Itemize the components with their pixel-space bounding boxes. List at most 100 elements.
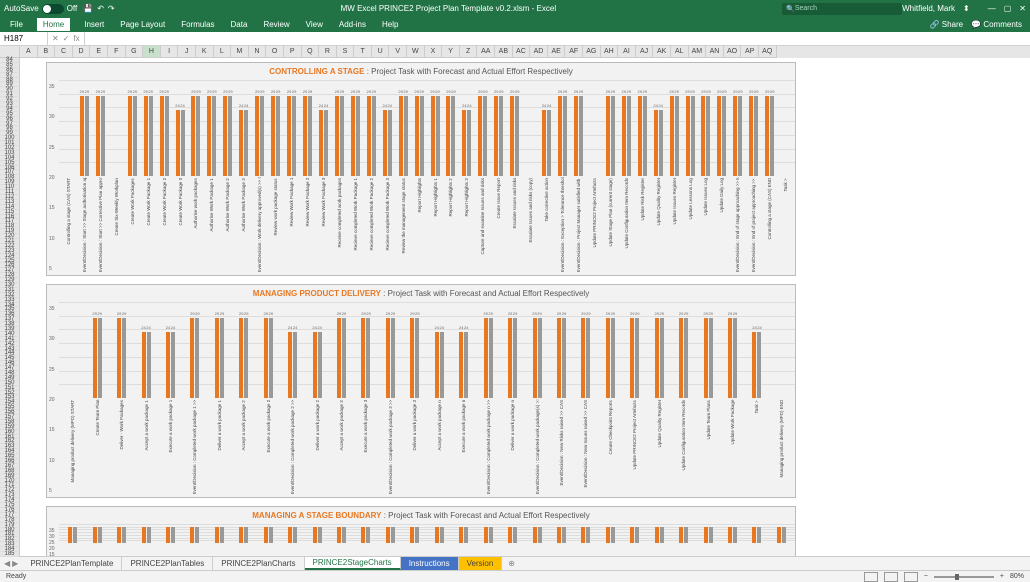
col-header[interactable]: I xyxy=(161,46,179,58)
zoom-level[interactable]: 80% xyxy=(1010,573,1024,580)
share-button[interactable]: 🔗 Share xyxy=(930,20,964,29)
col-header[interactable]: AQ xyxy=(759,46,777,58)
tab-file[interactable]: File xyxy=(8,18,25,31)
col-header[interactable]: AG xyxy=(583,46,601,58)
col-header[interactable]: X xyxy=(425,46,443,58)
chart-controlling-stage[interactable]: CONTROLLING A STAGE : Project Task with … xyxy=(46,62,796,276)
bar-group: 2929Update Daily Log xyxy=(714,80,729,272)
category-label: Create Work Package 3 xyxy=(178,178,183,273)
zoom-slider[interactable] xyxy=(934,576,994,578)
col-header[interactable]: AK xyxy=(653,46,671,58)
fx-icon[interactable]: fx xyxy=(73,34,79,43)
sheet-tab[interactable]: PRINCE2PlanTables xyxy=(122,557,213,570)
undo-icon[interactable]: ↶ xyxy=(97,4,104,13)
col-header[interactable]: R xyxy=(319,46,337,58)
autosave[interactable]: AutoSave Off xyxy=(4,4,77,14)
col-header[interactable]: D xyxy=(73,46,91,58)
col-header[interactable]: AD xyxy=(530,46,548,58)
col-header[interactable]: AE xyxy=(548,46,566,58)
col-header[interactable]: V xyxy=(389,46,407,58)
bar-group: 2929Authorise work packages xyxy=(189,80,204,272)
tab-view[interactable]: View xyxy=(304,18,325,31)
col-header[interactable]: C xyxy=(55,46,73,58)
tab-help[interactable]: Help xyxy=(380,18,400,31)
comments-button[interactable]: 💬 Comments xyxy=(971,20,1022,29)
col-header[interactable]: AN xyxy=(706,46,724,58)
tab-data[interactable]: Data xyxy=(229,18,250,31)
col-header[interactable]: L xyxy=(214,46,232,58)
tab-home[interactable]: Home xyxy=(37,18,70,31)
user-name[interactable]: Whitfield, Mark xyxy=(902,4,955,13)
category-label: Event/Decision : Completed work package … xyxy=(192,400,197,495)
close-icon[interactable]: ✕ xyxy=(1019,4,1026,13)
category-label: Deliver a work package 3 xyxy=(412,400,417,495)
view-normal-icon[interactable] xyxy=(864,572,878,582)
tab-addins[interactable]: Add-ins xyxy=(337,18,368,31)
col-header[interactable]: AH xyxy=(601,46,619,58)
col-header[interactable]: B xyxy=(38,46,56,58)
search-box[interactable]: 🔍 Search xyxy=(782,3,902,15)
col-header[interactable]: E xyxy=(90,46,108,58)
col-header[interactable]: Q xyxy=(302,46,320,58)
view-pagelayout-icon[interactable] xyxy=(884,572,898,582)
col-header[interactable]: AI xyxy=(618,46,636,58)
tab-pagelayout[interactable]: Page Layout xyxy=(118,18,167,31)
autosave-toggle[interactable] xyxy=(42,4,64,14)
col-header[interactable]: P xyxy=(284,46,302,58)
tab-review[interactable]: Review xyxy=(261,18,291,31)
col-header[interactable]: M xyxy=(231,46,249,58)
ribbon-opts-icon[interactable]: ⬍ xyxy=(963,4,970,13)
tab-prev-icon[interactable]: ◀ xyxy=(4,559,10,568)
cancel-fx-icon[interactable]: ✕ xyxy=(52,34,59,43)
enter-fx-icon[interactable]: ✓ xyxy=(63,34,70,43)
chart-managing-delivery[interactable]: MANAGING PRODUCT DELIVERY : Project Task… xyxy=(46,284,796,498)
col-header[interactable]: A xyxy=(20,46,38,58)
chart-stage-boundary[interactable]: MANAGING A STAGE BOUNDARY : Project Task… xyxy=(46,506,796,556)
col-header[interactable]: O xyxy=(266,46,284,58)
save-icon[interactable]: 💾 xyxy=(83,4,93,13)
col-header[interactable]: AF xyxy=(565,46,583,58)
col-header[interactable]: H xyxy=(143,46,161,58)
name-box[interactable]: H187 xyxy=(0,32,48,45)
zoom-out-icon[interactable]: − xyxy=(924,573,928,580)
minimize-icon[interactable]: — xyxy=(988,4,996,13)
col-header[interactable]: AC xyxy=(513,46,531,58)
col-header[interactable]: G xyxy=(126,46,144,58)
view-pagebreak-icon[interactable] xyxy=(904,572,918,582)
col-header[interactable]: T xyxy=(354,46,372,58)
col-header[interactable]: U xyxy=(372,46,390,58)
sheet-tab[interactable]: Version xyxy=(459,557,503,570)
col-header[interactable]: AM xyxy=(689,46,707,58)
tab-formulas[interactable]: Formulas xyxy=(179,18,216,31)
row-header[interactable]: 185 xyxy=(0,552,20,557)
col-header[interactable]: Z xyxy=(460,46,478,58)
col-header[interactable]: N xyxy=(249,46,267,58)
sheet-tab[interactable]: PRINCE2PlanCharts xyxy=(213,557,304,570)
add-sheet-icon[interactable]: ⊕ xyxy=(502,559,521,568)
zoom-in-icon[interactable]: + xyxy=(1000,573,1004,580)
col-header[interactable]: AB xyxy=(495,46,513,58)
bar-group: 2929Accept a work package 3 xyxy=(330,302,353,494)
maximize-icon[interactable]: ▢ xyxy=(1004,4,1012,13)
category-label: Update Issues Register xyxy=(672,178,677,273)
col-header[interactable]: AA xyxy=(477,46,495,58)
tab-next-icon[interactable]: ▶ xyxy=(12,559,18,568)
bar-group: 2929Create Work Package 2 xyxy=(157,80,172,272)
col-header[interactable]: AL xyxy=(671,46,689,58)
sheet-tab[interactable]: PRINCE2PlanTemplate xyxy=(22,557,122,570)
col-header[interactable]: AJ xyxy=(636,46,654,58)
worksheet[interactable]: CONTROLLING A STAGE : Project Task with … xyxy=(20,58,1030,556)
tab-insert[interactable]: Insert xyxy=(82,18,106,31)
col-header[interactable]: W xyxy=(407,46,425,58)
col-header[interactable]: F xyxy=(108,46,126,58)
sheet-tab-active[interactable]: PRINCE2StageCharts xyxy=(305,557,401,570)
col-header[interactable]: AP xyxy=(741,46,759,58)
sheet-tab[interactable]: Instructions xyxy=(401,557,459,570)
col-header[interactable]: K xyxy=(196,46,214,58)
col-header[interactable]: Y xyxy=(442,46,460,58)
col-header[interactable]: AO xyxy=(724,46,742,58)
col-header[interactable]: S xyxy=(337,46,355,58)
formula-bar[interactable] xyxy=(85,32,1030,45)
redo-icon[interactable]: ↷ xyxy=(108,4,115,13)
col-header[interactable]: J xyxy=(178,46,196,58)
